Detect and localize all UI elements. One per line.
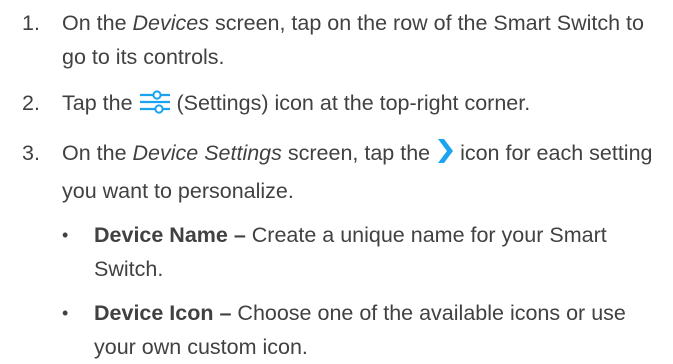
bullet-term: Device Icon – xyxy=(94,301,232,325)
step-text: (Settings) icon at the top-right corner. xyxy=(170,91,531,115)
step-1: 1. On the Devices screen, tap on the row… xyxy=(22,6,663,74)
step-text: screen, tap the xyxy=(281,141,437,165)
step-text: On the xyxy=(62,11,133,35)
step-2: 2. Tap the (Settings) icon at the top-ri… xyxy=(22,86,663,124)
step-number: 2. xyxy=(22,91,40,115)
steps-list: 1. On the Devices screen, tap on the row… xyxy=(22,6,663,364)
chevron-right-icon xyxy=(436,138,454,174)
bullet-marker: • xyxy=(62,225,69,245)
bullet-device-icon: • Device Icon – Choose one of the availa… xyxy=(22,296,663,364)
step-text: On the xyxy=(62,141,133,165)
step-text: Tap the xyxy=(62,91,139,115)
bullet-term: Device Name – xyxy=(94,223,246,247)
setting-bullets: • Device Name – Create a unique name for… xyxy=(22,218,663,364)
step-3: 3. On the Device Settings screen, tap th… xyxy=(22,136,663,364)
bullet-marker: • xyxy=(62,303,69,323)
devices-screen-name: Devices xyxy=(132,11,209,35)
settings-sliders-icon xyxy=(139,90,171,124)
bullet-device-name: • Device Name – Create a unique name for… xyxy=(22,218,663,286)
step-number: 3. xyxy=(22,141,40,165)
device-settings-screen-name: Device Settings xyxy=(132,141,282,165)
step-number: 1. xyxy=(22,11,40,35)
instructions-page: 1. On the Devices screen, tap on the row… xyxy=(0,0,673,359)
